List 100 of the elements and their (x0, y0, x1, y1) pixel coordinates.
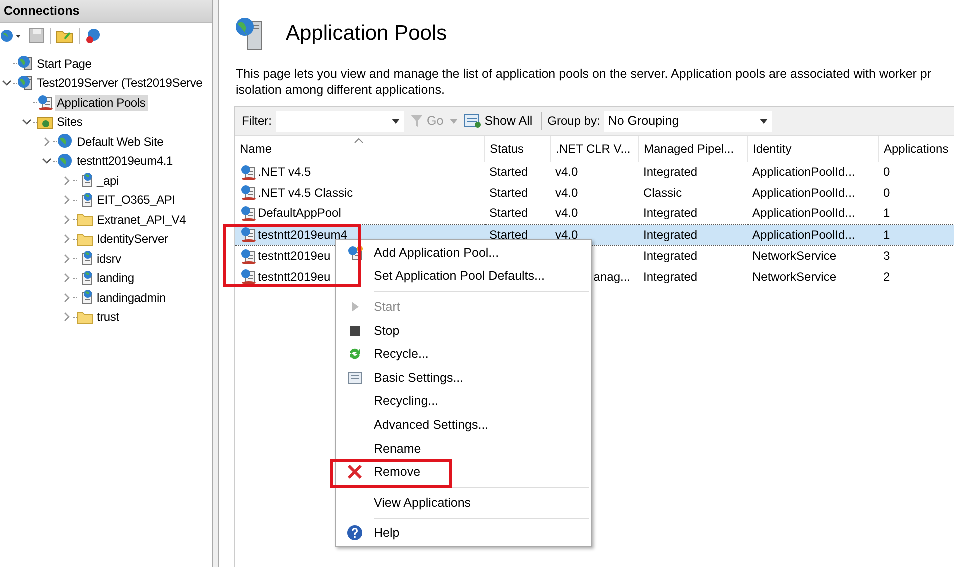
settings-icon (347, 370, 363, 386)
tree-item[interactable]: idsrv (95, 250, 124, 267)
disconnect-icon (85, 28, 103, 44)
caret-down-icon (392, 118, 400, 124)
group-by-label: Group by: (548, 114, 600, 128)
table-cell: v4.0 (556, 186, 578, 200)
tree-item[interactable]: testntt2019eum4.1 (75, 153, 176, 170)
show-all-button[interactable]: Show All (462, 114, 535, 128)
chevron-down-icon[interactable] (2, 78, 12, 88)
tree-item[interactable]: Default Web Site (75, 134, 166, 150)
table-cell: NetworkService (752, 249, 837, 264)
table-cell[interactable]: testntt2019eu (258, 270, 331, 284)
app-pool-icon (240, 268, 257, 286)
chevron-right-icon[interactable] (62, 214, 72, 225)
chevron-down-icon[interactable] (22, 117, 32, 128)
chevron-down-icon[interactable] (42, 156, 52, 166)
table-cell[interactable]: DefaultAppPool (258, 206, 342, 220)
table-cell: 0 (884, 186, 890, 200)
table-cell: 1 (884, 228, 890, 242)
column-header[interactable]: Identity (748, 136, 878, 162)
chevron-right-icon[interactable] (62, 292, 72, 303)
column-header[interactable]: Managed Pipel... (638, 136, 748, 162)
table-cell: Started (490, 206, 528, 220)
table-cell[interactable]: testntt2019eu (258, 249, 331, 264)
list-icon (464, 114, 482, 128)
menu-item[interactable]: Recycle... (336, 342, 591, 366)
chevron-right-icon[interactable] (62, 312, 72, 322)
table-cell: Started (490, 228, 528, 242)
save-icon (29, 28, 45, 44)
app-pool-icon (37, 94, 54, 112)
menu-item[interactable]: Stop (336, 318, 591, 342)
menu-item[interactable]: Set Application Pool Defaults... (336, 264, 591, 288)
tree-item[interactable]: Sites (55, 114, 85, 130)
tree-item[interactable]: EIT_O365_API (95, 192, 178, 208)
server-icon (17, 74, 34, 92)
tree-item[interactable]: IdentityServer (95, 231, 170, 248)
menu-item[interactable]: Recycling... (336, 390, 591, 414)
panel-title: Connections (0, 0, 212, 23)
page-title: Application Pools (286, 22, 448, 46)
tree-item[interactable]: trust (95, 309, 122, 326)
tree-item[interactable]: Test2019Server (Test2019Serve (35, 75, 205, 92)
tree-item[interactable]: Application Pools (55, 94, 148, 111)
table-cell: 2 (884, 270, 890, 284)
chevron-right-icon[interactable] (62, 273, 72, 284)
column-header[interactable]: Applications (878, 136, 954, 162)
help-icon (347, 525, 363, 542)
table-cell: ApplicationPoolId... (752, 165, 856, 180)
caret-down-icon (760, 118, 768, 124)
column-header[interactable]: .NET CLR V... (550, 136, 638, 162)
table-cell[interactable]: .NET v4.5 (258, 165, 312, 180)
tree-item[interactable]: Extranet_API_V4 (95, 212, 188, 228)
filter-field[interactable] (276, 110, 404, 132)
caret-down-icon (450, 118, 458, 124)
table-cell: v4.0 (556, 228, 578, 242)
table-cell: 3 (884, 249, 890, 264)
column-header[interactable]: Status (484, 136, 550, 162)
table-cell: ApplicationPoolId... (752, 206, 856, 220)
menu-item[interactable]: Rename (336, 436, 591, 460)
menu-item[interactable]: Advanced Settings... (336, 413, 591, 437)
app-pool-icon (240, 204, 257, 222)
chevron-right-icon[interactable] (62, 254, 72, 264)
tree-item[interactable]: landing (95, 270, 136, 286)
tree-item[interactable]: Start Page (35, 56, 94, 72)
filter-icon (410, 114, 424, 128)
group-by-dropdown[interactable]: No Grouping (604, 110, 772, 132)
app-pool-icon (240, 226, 257, 244)
column-header[interactable]: Name (235, 136, 484, 162)
table-cell[interactable]: .NET v4.5 Classic (258, 186, 354, 200)
table-cell: Integrated (644, 165, 698, 180)
app-pool-icon (240, 184, 257, 202)
tree-item[interactable]: landingadmin (95, 290, 168, 306)
table-cell: Integrated (644, 249, 698, 264)
table-cell: NetworkService (752, 270, 837, 284)
table-cell: v4.0 (556, 165, 578, 180)
page-server-icon (17, 55, 34, 72)
chevron-right-icon[interactable] (62, 234, 72, 244)
app-pool-icon (347, 244, 363, 261)
table-cell: ApplicationPoolId... (752, 228, 856, 242)
chevron-right-icon[interactable] (42, 136, 52, 147)
table-cell: v4.0 (556, 206, 578, 220)
table-cell: ApplicationPoolId... (752, 186, 856, 200)
filter-label: Filter: (242, 114, 272, 128)
sort-caret-icon (354, 138, 364, 144)
table-cell: Classic (644, 186, 682, 200)
table-cell: Integrated (644, 206, 698, 220)
splitter[interactable] (212, 0, 219, 567)
app-pool-icon (240, 248, 257, 265)
table-cell: Started (490, 165, 528, 180)
table-cell: anag... (594, 270, 630, 284)
menu-item[interactable]: Basic Settings... (336, 366, 591, 390)
menu-item[interactable]: Add Application Pool... (336, 241, 591, 265)
table-cell: 1 (884, 206, 890, 220)
chevron-right-icon[interactable] (62, 195, 72, 206)
table-cell: Integrated (644, 228, 698, 242)
chevron-right-icon[interactable] (62, 176, 72, 186)
menu-item[interactable]: View Applications (336, 490, 591, 515)
menu-item[interactable]: Remove (336, 460, 591, 484)
tree-item[interactable]: _api (95, 172, 121, 189)
menu-item[interactable]: Help (336, 522, 591, 546)
globe-icon (57, 133, 74, 150)
